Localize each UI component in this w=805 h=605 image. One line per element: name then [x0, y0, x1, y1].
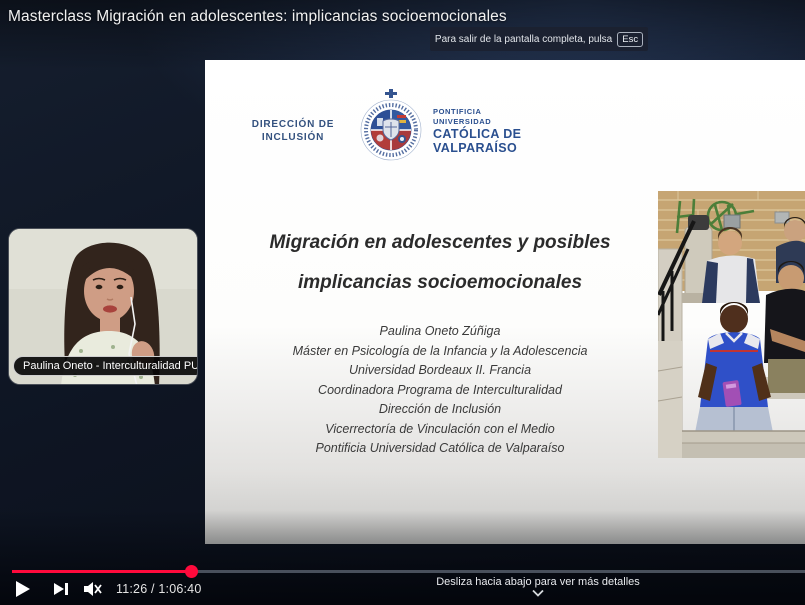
wordmark-line2: UNIVERSIDAD: [433, 118, 521, 126]
slide-credits: Paulina Oneto Zúñiga Máster en Psicologí…: [205, 322, 675, 459]
player-controls: 11:26 / 1:06:40: [0, 576, 201, 602]
slide-credit-line: Pontificia Universidad Católica de Valpa…: [205, 439, 675, 459]
slide-title-line1: Migración en adolescentes y posibles: [205, 223, 675, 263]
slide-credit-line: Universidad Bordeaux II. Francia: [205, 361, 675, 381]
webcam-overlay: Paulina Oneto - Interculturalidad PU...: [8, 228, 198, 385]
scroll-hint: Desliza hacia abajo para ver más detalle…: [388, 576, 688, 597]
time-display: 11:26 / 1:06:40: [116, 582, 201, 596]
fullscreen-exit-toast: Para salir de la pantalla completa, puls…: [430, 27, 648, 51]
video-player-fullscreen: Masterclass Migración en adolescentes: i…: [0, 0, 805, 605]
chevron-down-icon[interactable]: [532, 589, 544, 597]
wordmark-line1: PONTIFICIA: [433, 108, 521, 116]
slide-credit-line: Vicerrectoría de Vinculación con el Medi…: [205, 420, 675, 440]
esc-key: Esc: [617, 32, 643, 47]
slide-photo: [658, 191, 805, 458]
brand-left-line2: INCLUSIÓN: [233, 131, 353, 144]
progress-fill: [12, 570, 192, 573]
video-title[interactable]: Masterclass Migración en adolescentes: i…: [8, 8, 507, 26]
wordmark-line4: VALPARAÍSO: [433, 142, 521, 155]
pucv-wordmark: PONTIFICIA UNIVERSIDAD CATÓLICA DE VALPA…: [433, 108, 521, 156]
slide-credit-line: Dirección de Inclusión: [205, 400, 675, 420]
slide-title-line2: implicancias socioemocionales: [205, 263, 675, 303]
brand-left-line1: DIRECCIÓN DE: [233, 118, 353, 131]
slide-credit-line: Paulina Oneto Zúñiga: [205, 322, 675, 342]
play-button[interactable]: [0, 576, 46, 602]
presentation-slide: DIRECCIÓN DE INCLUSIÓN: [205, 60, 805, 544]
progress-bar[interactable]: [12, 570, 805, 573]
next-icon: [54, 583, 68, 595]
webcam-name-tag: Paulina Oneto - Interculturalidad PU...: [13, 356, 198, 376]
wordmark-line3: CATÓLICA DE: [433, 128, 521, 141]
next-button[interactable]: [46, 576, 76, 602]
play-icon: [16, 581, 30, 597]
slide-credit-line: Coordinadora Programa de Interculturalid…: [205, 381, 675, 401]
direccion-inclusion-logo: DIRECCIÓN DE INCLUSIÓN: [233, 118, 353, 144]
slide-credit-line: Máster en Psicología de la Infancia y la…: [205, 342, 675, 362]
mute-button[interactable]: [76, 576, 110, 602]
scroll-hint-text: Desliza hacia abajo para ver más detalle…: [436, 576, 640, 588]
pucv-seal-icon: [357, 88, 425, 167]
slide-title: Migración en adolescentes y posibles imp…: [205, 223, 675, 303]
toast-text: Para salir de la pantalla completa, puls…: [435, 34, 612, 45]
volume-muted-icon: [83, 581, 103, 597]
